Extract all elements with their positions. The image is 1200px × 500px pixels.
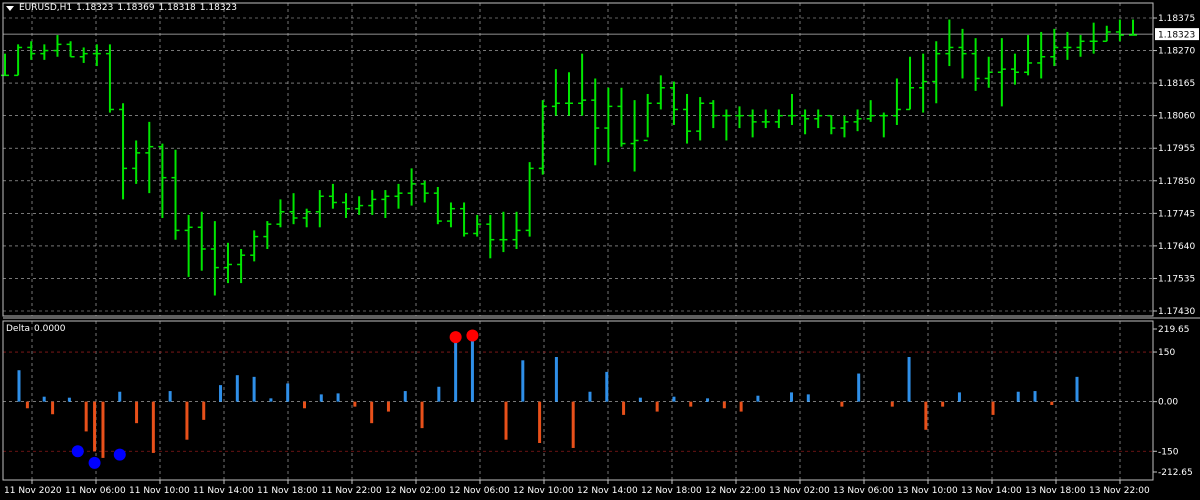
time-tick-label: 12 Nov 18:00 bbox=[641, 486, 702, 496]
price-tick-label: 1.18060 bbox=[1158, 112, 1195, 122]
price-tick-label: 1.17430 bbox=[1158, 307, 1195, 317]
time-tick-label: 12 Nov 06:00 bbox=[449, 486, 510, 496]
price-tick-label: 1.18165 bbox=[1158, 79, 1195, 89]
close-value: 1.18323 bbox=[199, 3, 237, 13]
time-tick-label: 12 Nov 14:00 bbox=[577, 486, 638, 496]
delta-tick-label: 150 bbox=[1158, 348, 1175, 358]
indicator-label: Delta 0.0000 bbox=[6, 324, 70, 334]
price-tick-label: 1.17850 bbox=[1158, 177, 1195, 187]
delta-tick-label: -212.65 bbox=[1158, 468, 1193, 478]
time-tick-label: 11 Nov 10:00 bbox=[129, 486, 190, 496]
time-tick-label: 13 Nov 14:00 bbox=[961, 486, 1022, 496]
price-tick-label: 1.17745 bbox=[1158, 209, 1195, 219]
time-tick-label: 13 Nov 02:00 bbox=[769, 486, 830, 496]
delta-tick-label: 219.65 bbox=[1158, 325, 1190, 335]
symbol-label: EURUSD,H1 bbox=[19, 3, 73, 13]
time-tick-label: 12 Nov 22:00 bbox=[705, 486, 766, 496]
delta-tick-label: -150 bbox=[1158, 447, 1179, 457]
indicator-name: Delta bbox=[6, 324, 31, 334]
low-value: 1.18318 bbox=[158, 3, 196, 13]
delta-signal-dot bbox=[449, 331, 462, 344]
delta-signal-dot bbox=[71, 445, 84, 458]
price-tick-label: 1.17535 bbox=[1158, 274, 1195, 284]
time-tick-label: 11 Nov 06:00 bbox=[65, 486, 126, 496]
price-tick-label: 1.18375 bbox=[1158, 14, 1195, 24]
time-tick-label: 13 Nov 06:00 bbox=[833, 486, 894, 496]
current-price-label: 1.18323 bbox=[1158, 31, 1195, 41]
delta-tick-label: 0.00 bbox=[1158, 398, 1178, 408]
time-tick-label: 13 Nov 22:00 bbox=[1089, 486, 1150, 496]
price-tick-label: 1.17640 bbox=[1158, 242, 1195, 252]
time-tick-label: 12 Nov 10:00 bbox=[513, 486, 574, 496]
delta-signal-dot bbox=[466, 329, 479, 342]
time-tick-label: 12 Nov 02:00 bbox=[385, 486, 446, 496]
time-tick-label: 13 Nov 18:00 bbox=[1025, 486, 1086, 496]
price-tick-label: 1.17955 bbox=[1158, 144, 1195, 154]
delta-signal-dot bbox=[88, 456, 101, 469]
high-value: 1.18369 bbox=[117, 3, 155, 13]
chart-background bbox=[0, 0, 1200, 500]
time-tick-label: 11 Nov 18:00 bbox=[257, 486, 318, 496]
symbol-info: EURUSD,H1 1.18323 1.18369 1.18318 1.1832… bbox=[6, 3, 237, 13]
open-value: 1.18323 bbox=[76, 3, 114, 13]
chevron-down-icon[interactable] bbox=[6, 5, 14, 11]
time-tick-label: 13 Nov 10:00 bbox=[897, 486, 958, 496]
time-tick-label: 11 Nov 14:00 bbox=[193, 486, 254, 496]
price-tick-label: 1.18270 bbox=[1158, 47, 1195, 57]
delta-signal-dot bbox=[113, 448, 126, 461]
time-tick-label: 11 Nov 2020 bbox=[4, 486, 62, 496]
chart-canvas[interactable]: 1.18375 1.18270 1.18165 1.18060 1.17955 1.178… bbox=[0, 0, 1200, 500]
indicator-value: 0.0000 bbox=[34, 324, 66, 334]
time-tick-label: 11 Nov 22:00 bbox=[321, 486, 382, 496]
